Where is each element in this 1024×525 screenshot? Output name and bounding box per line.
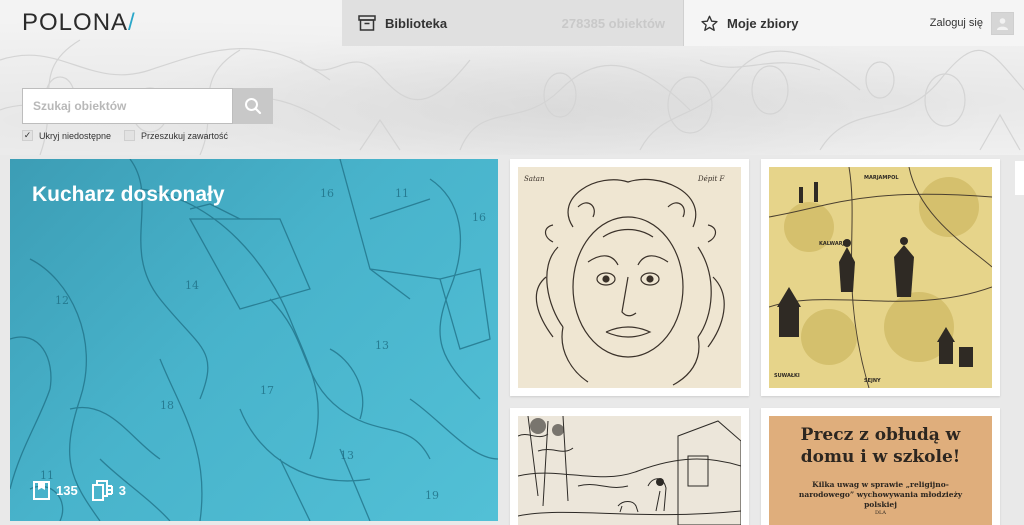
woodcut-landscape bbox=[518, 416, 741, 525]
map-label: SUWAŁKI bbox=[774, 373, 800, 379]
tab-my-collections[interactable]: Moje zbiory Zaloguj się bbox=[684, 0, 1024, 46]
featured-stats: 135 3 bbox=[32, 480, 140, 501]
featured-engraving: 16 11 16 14 12 17 18 13 13 11 19 bbox=[10, 159, 498, 521]
bookmark-icon bbox=[33, 481, 50, 500]
user-icon bbox=[997, 17, 1008, 30]
hide-unavailable-label: Ukryj niedostępne bbox=[39, 130, 112, 141]
logo-text: POLONA bbox=[22, 9, 129, 36]
collections-stat: 3 bbox=[91, 480, 126, 501]
collections-icon bbox=[91, 480, 113, 501]
checkbox-checked-icon: ✓ bbox=[22, 130, 33, 141]
svg-text:16: 16 bbox=[472, 211, 486, 224]
search-button[interactable] bbox=[233, 88, 273, 124]
map-label: MARJAMPOL bbox=[864, 175, 899, 181]
featured-content: 16 11 16 14 12 17 18 13 13 11 19 Kucharz… bbox=[0, 155, 1024, 525]
poster-footer: DLA bbox=[875, 510, 886, 516]
polona-logo[interactable]: POLONA/ bbox=[22, 9, 136, 37]
svg-text:14: 14 bbox=[185, 279, 199, 292]
featured-collection-tile[interactable]: 16 11 16 14 12 17 18 13 13 11 19 Kucharz… bbox=[10, 159, 498, 521]
objects-stat: 135 bbox=[32, 481, 78, 500]
login-link[interactable]: Zaloguj się bbox=[930, 17, 983, 29]
header: POLONA/ Biblioteka 278385 obiektów Moje … bbox=[0, 0, 1024, 155]
logo-slash: / bbox=[128, 9, 136, 36]
scroll-edge bbox=[1015, 161, 1024, 195]
search-content-label: Przeszukuj zawartość bbox=[141, 130, 229, 141]
featured-title: Kucharz doskonały bbox=[32, 183, 225, 206]
map-label: KALWARJA bbox=[819, 241, 848, 247]
item-card-satan[interactable]: Satan Dépit F bbox=[510, 159, 749, 396]
tab-library-label: Biblioteka bbox=[385, 15, 448, 31]
collections-count: 3 bbox=[118, 483, 126, 498]
svg-text:11: 11 bbox=[395, 187, 409, 200]
tab-library[interactable]: Biblioteka 278385 obiektów bbox=[342, 0, 684, 46]
svg-text:19: 19 bbox=[425, 489, 439, 502]
map-illustration: MARJAMPOL KALWARJA SUWAŁKI SEJNY bbox=[769, 167, 992, 388]
search-icon bbox=[245, 98, 262, 115]
item-card-map[interactable]: MARJAMPOL KALWARJA SUWAŁKI SEJNY bbox=[761, 159, 1000, 396]
item-thumbnail bbox=[518, 416, 741, 525]
object-count: 278385 obiektów bbox=[561, 15, 665, 31]
caption-right: Dépit F bbox=[697, 175, 726, 183]
tab-my-collections-label: Moje zbiory bbox=[727, 15, 799, 31]
portrait-engraving: Satan Dépit F bbox=[524, 175, 726, 386]
svg-text:16: 16 bbox=[320, 187, 334, 200]
search-content-checkbox[interactable]: Przeszukuj zawartość bbox=[124, 130, 228, 141]
item-thumbnail: MARJAMPOL KALWARJA SUWAŁKI SEJNY bbox=[769, 167, 992, 388]
hide-unavailable-checkbox[interactable]: ✓ Ukryj niedostępne bbox=[22, 130, 111, 141]
svg-text:13: 13 bbox=[375, 339, 389, 352]
svg-text:18: 18 bbox=[160, 399, 174, 412]
item-card-poster[interactable]: Precz z obłudą w domu i w szkole! Kilka … bbox=[761, 408, 1000, 525]
search-input[interactable] bbox=[22, 88, 233, 124]
poster-subtitle: Kilka uwag w sprawie „religijno-narodowe… bbox=[798, 480, 963, 509]
caption-left: Satan bbox=[524, 175, 545, 183]
map-label: SEJNY bbox=[864, 378, 881, 384]
objects-count: 135 bbox=[56, 483, 78, 498]
poster-title: Precz z obłudą w domu i w szkole! bbox=[800, 425, 961, 467]
avatar[interactable] bbox=[991, 11, 1014, 35]
item-thumbnail: Satan Dépit F bbox=[518, 167, 741, 388]
item-card-landscape[interactable] bbox=[510, 408, 749, 525]
checkbox-unchecked-icon bbox=[124, 130, 135, 141]
item-thumbnail: Precz z obłudą w domu i w szkole! Kilka … bbox=[769, 416, 992, 525]
svg-text:12: 12 bbox=[55, 294, 69, 307]
archive-box-icon bbox=[358, 15, 376, 31]
svg-text:17: 17 bbox=[260, 384, 274, 397]
star-icon bbox=[701, 15, 718, 31]
svg-text:13: 13 bbox=[340, 449, 354, 462]
